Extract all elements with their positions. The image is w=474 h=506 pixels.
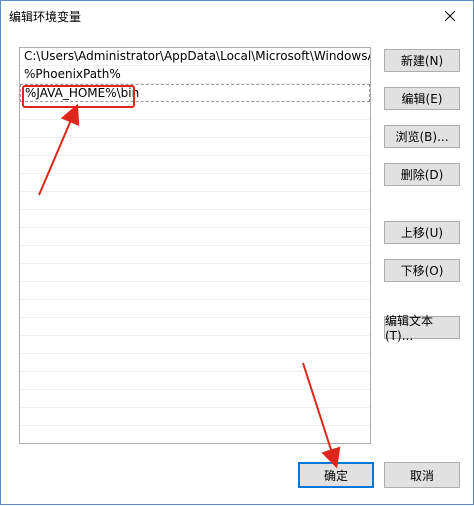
edit-env-var-dialog: 编辑环境变量 C:\Users\Administrator\AppData\Lo… <box>0 0 474 505</box>
annotation-arrow-up <box>38 103 80 196</box>
annotation-arrows <box>38 103 341 469</box>
annotation-arrow-down <box>302 362 341 469</box>
